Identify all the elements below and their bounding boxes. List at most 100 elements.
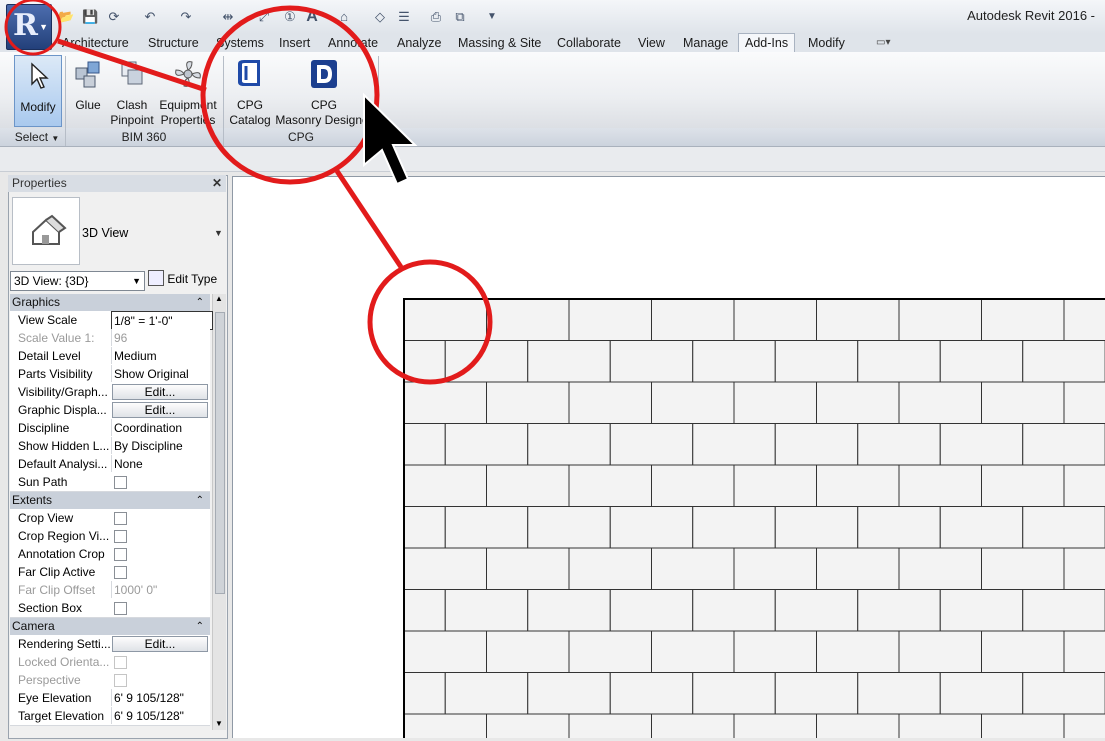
prop-discipline[interactable]: Discipline Coordination xyxy=(10,419,210,438)
prop-target-elevation[interactable]: Target Elevation 6' 9 105/128" xyxy=(10,707,210,726)
prop-value[interactable]: 6' 9 105/128" xyxy=(111,707,212,724)
section-icon[interactable]: ◇ xyxy=(372,9,388,25)
tab-collaborate[interactable]: Collaborate xyxy=(551,34,627,52)
sync-icon[interactable]: ⟳ xyxy=(106,9,122,25)
thin-lines-icon[interactable]: ☰ xyxy=(396,9,412,25)
prop-eye-elevation[interactable]: Eye Elevation 6' 9 105/128" xyxy=(10,689,210,708)
brick xyxy=(692,423,776,466)
crop-region-checkbox[interactable] xyxy=(114,530,127,543)
prop-value[interactable]: By Discipline xyxy=(111,437,212,454)
undo-icon[interactable]: ↶ xyxy=(142,9,158,25)
edit-type-button[interactable]: Edit Type xyxy=(148,270,217,288)
prop-show-hidden-lines[interactable]: Show Hidden L... By Discipline xyxy=(10,437,210,456)
tag-icon[interactable]: ① xyxy=(282,9,298,25)
prop-parts-visibility[interactable]: Parts Visibility Show Original xyxy=(10,365,210,384)
group-extents[interactable]: Extents ⌃ xyxy=(10,492,210,509)
scroll-down-icon[interactable]: ▼ xyxy=(215,719,223,728)
close-icon[interactable]: ✕ xyxy=(212,175,222,192)
measure-icon[interactable]: ⇹ xyxy=(220,9,236,25)
switch-windows-icon[interactable]: ⧉ xyxy=(452,9,468,25)
edit-button[interactable]: Edit... xyxy=(112,384,208,400)
prop-value[interactable]: Medium xyxy=(111,347,212,364)
text-icon[interactable]: A xyxy=(304,9,320,25)
tab-add-ins[interactable]: Add-Ins xyxy=(738,33,796,52)
redo-icon[interactable]: ↷ xyxy=(178,9,194,25)
brick xyxy=(486,713,570,741)
tab-massing-site[interactable]: Massing & Site xyxy=(452,34,547,52)
annotation-crop-checkbox[interactable] xyxy=(114,548,127,561)
select-panel-dropdown[interactable]: Select ▼ xyxy=(10,128,64,146)
prop-view-scale[interactable]: View Scale 1/8" = 1'-0" xyxy=(10,311,213,330)
prop-crop-view[interactable]: Crop View xyxy=(10,509,210,528)
tab-systems[interactable]: Systems xyxy=(210,34,270,52)
tab-architecture[interactable]: Architecture xyxy=(56,34,135,52)
brick xyxy=(1063,547,1105,590)
tab-insert[interactable]: Insert xyxy=(273,34,316,52)
far-clip-checkbox[interactable] xyxy=(114,566,127,579)
sun-path-checkbox[interactable] xyxy=(114,476,127,489)
scroll-up-icon[interactable]: ▲ xyxy=(215,294,223,303)
ribbon-minimize-toggle[interactable]: ▭▾ xyxy=(876,37,902,49)
prop-graphic-display[interactable]: Graphic Displa... Edit... xyxy=(10,401,210,420)
prop-value[interactable]: None xyxy=(111,455,212,472)
tab-annotate[interactable]: Annotate xyxy=(322,34,384,52)
brick xyxy=(939,672,1024,715)
collapse-icon[interactable]: ⌃ xyxy=(196,492,204,509)
view-scale-field[interactable]: 1/8" = 1'-0" xyxy=(111,311,213,330)
edit-button[interactable]: Edit... xyxy=(112,636,208,652)
application-menu-button[interactable]: R ▼ xyxy=(6,4,52,50)
prop-label: Target Elevation xyxy=(18,709,105,723)
tab-view[interactable]: View xyxy=(632,34,671,52)
brick xyxy=(486,298,570,341)
open-icon[interactable]: 📂 xyxy=(58,9,74,25)
crop-view-checkbox[interactable] xyxy=(114,512,127,525)
view-selector[interactable]: 3D View: {3D} ▼ xyxy=(10,271,145,291)
close-windows-icon[interactable]: ⎙ xyxy=(428,9,444,25)
prop-label: Scale Value 1: xyxy=(18,331,95,345)
prop-value[interactable]: Show Original xyxy=(111,365,212,382)
edit-button[interactable]: Edit... xyxy=(112,402,208,418)
brick xyxy=(1022,589,1105,632)
collapse-icon[interactable]: ⌃ xyxy=(196,618,204,635)
modify-button[interactable]: Modify xyxy=(14,55,62,127)
group-camera[interactable]: Camera ⌃ xyxy=(10,618,210,635)
drawing-area[interactable] xyxy=(232,176,1105,741)
prop-crop-region-visible[interactable]: Crop Region Vi... xyxy=(10,527,210,546)
glue-label: Glue xyxy=(75,98,101,112)
glue-button[interactable]: Glue xyxy=(70,58,106,113)
save-icon[interactable]: 💾 xyxy=(82,9,98,25)
tab-modify[interactable]: Modify xyxy=(802,34,851,52)
prop-sun-path[interactable]: Sun Path xyxy=(10,473,210,492)
prop-value[interactable]: 6' 9 105/128" xyxy=(111,689,212,706)
panel-divider xyxy=(378,56,379,146)
collapse-icon[interactable]: ⌃ xyxy=(196,294,204,311)
properties-scrollbar[interactable]: ▲ ▼ xyxy=(212,294,226,730)
tab-analyze[interactable]: Analyze xyxy=(391,34,447,52)
3d-view-icon[interactable]: ⌂ xyxy=(336,9,352,25)
prop-detail-level[interactable]: Detail Level Medium xyxy=(10,347,210,366)
brick xyxy=(444,423,529,466)
prop-label: Section Box xyxy=(18,601,83,615)
brick xyxy=(692,506,776,549)
dimension-icon[interactable]: ⤢ xyxy=(256,9,272,25)
prop-label: Crop Region Vi... xyxy=(18,529,110,543)
prop-section-box[interactable]: Section Box xyxy=(10,599,210,618)
cpg-catalog-button[interactable]: CPG Catalog xyxy=(226,58,274,128)
tab-structure[interactable]: Structure xyxy=(142,34,205,52)
customize-qat-icon[interactable]: ▼ xyxy=(484,9,500,25)
prop-far-clip-active[interactable]: Far Clip Active xyxy=(10,563,210,582)
group-graphics[interactable]: Graphics ⌃ xyxy=(10,294,210,311)
prop-visibility-graphics[interactable]: Visibility/Graph... Edit... xyxy=(10,383,210,402)
prop-rendering-settings[interactable]: Rendering Setti... Edit... xyxy=(10,635,210,654)
prop-value: 96 xyxy=(111,329,212,346)
prop-value[interactable]: Coordination xyxy=(111,419,212,436)
type-selector-dropdown[interactable]: ▼ xyxy=(214,228,223,238)
prop-annotation-crop[interactable]: Annotation Crop xyxy=(10,545,210,564)
clash-pinpoint-button[interactable]: Clash Pinpoint xyxy=(106,58,158,128)
equipment-properties-button[interactable]: Equipment Properties xyxy=(158,58,218,128)
tab-manage[interactable]: Manage xyxy=(677,34,734,52)
scrollbar-thumb[interactable] xyxy=(215,312,225,594)
cpg-masonry-designer-button[interactable]: CPG Masonry Designer xyxy=(274,58,374,128)
section-box-checkbox[interactable] xyxy=(114,602,127,615)
prop-default-analysis[interactable]: Default Analysi... None xyxy=(10,455,210,474)
